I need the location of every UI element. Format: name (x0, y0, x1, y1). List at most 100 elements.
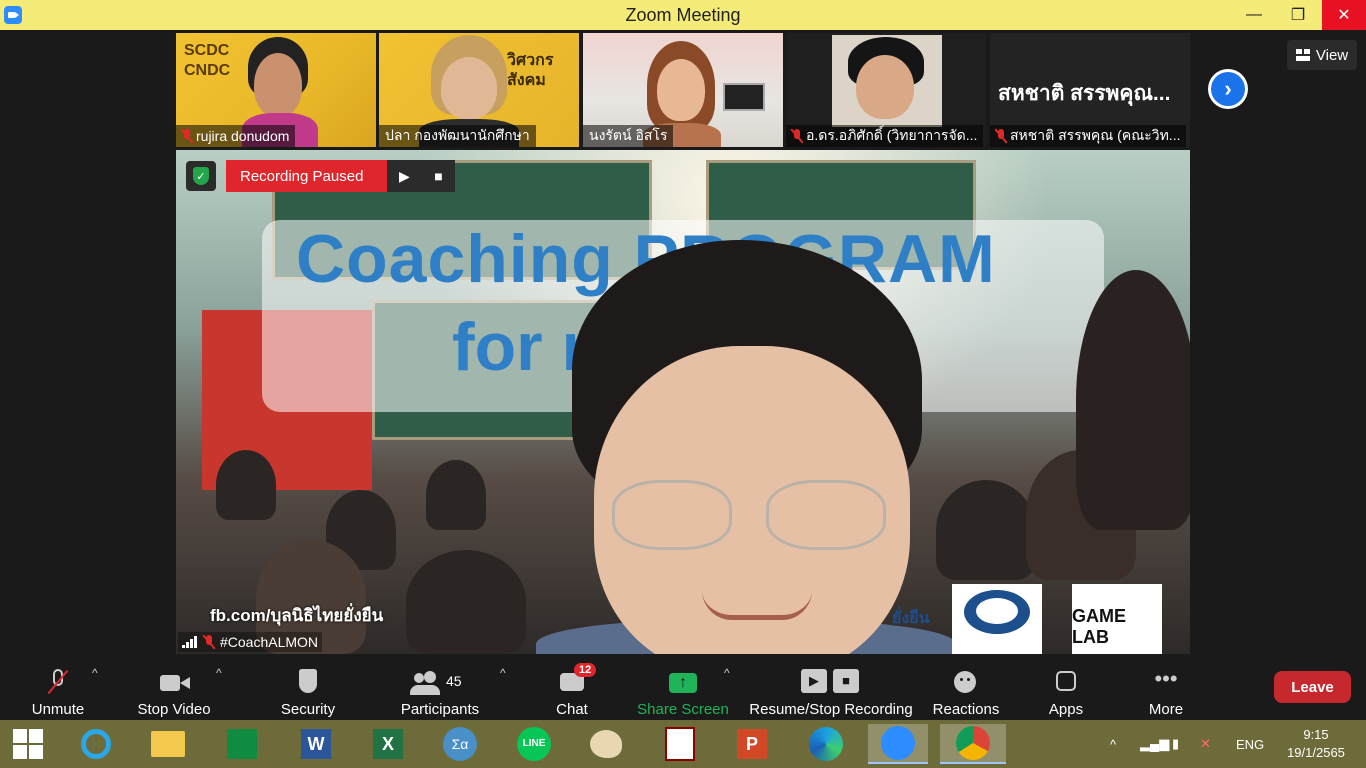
stop-recording-button[interactable]: ■ (421, 160, 456, 192)
slide-subtitle: for r (452, 309, 588, 385)
taskbar-clock[interactable]: 9:15 19/1/2565 (1276, 726, 1356, 762)
more-button[interactable]: ••• More (1140, 660, 1192, 719)
resume-stop-recording-button[interactable]: ▶ ■ Resume/Stop Recording (748, 660, 914, 718)
audience-person (1076, 270, 1190, 530)
tile-logo-text: วิศวกร สังคม (507, 52, 554, 89)
participant-face (254, 53, 302, 117)
internet-explorer-icon[interactable] (76, 724, 116, 764)
windows-logo-icon (13, 729, 43, 759)
clock-time: 9:15 (1303, 727, 1329, 742)
line-app-icon[interactable]: LINE (514, 724, 554, 764)
smiley-plus-icon (952, 669, 980, 695)
apps-icon (1052, 669, 1080, 695)
stop-video-button[interactable]: Stop Video (136, 660, 212, 718)
maximize-button[interactable]: ❐ (1276, 0, 1320, 30)
participants-count: 45 (446, 673, 462, 689)
participants-icon: 45 (410, 669, 470, 695)
zoom-taskbar-icon[interactable] (868, 724, 928, 764)
chat-unread-badge: 12 (574, 663, 597, 677)
reactions-button[interactable]: Reactions (932, 660, 1000, 718)
microsoft-edge-icon[interactable] (806, 724, 846, 764)
presenter-mouth (702, 590, 812, 620)
game-lab-logo: GAME LAB (1072, 584, 1162, 654)
share-options-caret-icon[interactable]: ^ (724, 666, 730, 680)
active-speaker-video: Coaching PROGRAM for r fb.com/บุลนิธิไทย… (176, 150, 1190, 654)
participants-options-caret-icon[interactable]: ^ (500, 666, 506, 680)
microphone-muted-icon (44, 669, 72, 695)
participant-name-label: rujira donudom (176, 125, 296, 147)
glasses-lens-left (612, 480, 732, 550)
audience-person (216, 450, 276, 520)
participant-face (657, 59, 705, 121)
microsoft-word-icon[interactable]: W (296, 724, 336, 764)
close-button[interactable]: ✕ (1322, 0, 1366, 30)
view-button[interactable]: View (1287, 40, 1357, 70)
recording-status-label: Recording Paused (226, 160, 388, 192)
video-camera-icon (160, 669, 190, 695)
background-monitor (723, 83, 765, 111)
battery-icon[interactable]: ▮ (1172, 720, 1179, 768)
microsoft-excel-icon[interactable]: X (368, 724, 408, 764)
share-screen-icon: ↑ (669, 669, 697, 695)
tile-logo-text: SCDC CNDC (184, 42, 231, 79)
partner-logo-text: ยั่งยืน (892, 610, 930, 627)
share-screen-button[interactable]: ↑ Share Screen (637, 660, 729, 718)
network-icon[interactable]: ▂▄▆ (1140, 720, 1169, 768)
participant-tile[interactable]: สหชาติ สรรพคุณ... สหชาติ สรรพคุณ (คณะวิท… (990, 33, 1190, 147)
audience-person (406, 550, 526, 654)
file-explorer-icon[interactable] (148, 724, 188, 764)
paint-icon[interactable] (586, 724, 626, 764)
security-button[interactable]: Security (278, 660, 338, 718)
participant-gallery-strip: SCDC CNDC rujira donudom วิศวกร สังคม ปล… (0, 30, 1366, 150)
encryption-shield-icon[interactable]: ✓ (186, 161, 216, 191)
volume-muted-icon[interactable]: ✕ (1200, 720, 1211, 768)
foundation-logo (952, 584, 1042, 654)
grid-view-icon (1295, 49, 1310, 61)
participant-name-label: นงรัตน์ อิสโร (583, 125, 674, 147)
minimize-button[interactable]: — (1232, 0, 1276, 30)
video-options-caret-icon[interactable]: ^ (216, 666, 222, 680)
chrome-taskbar-icon[interactable] (940, 724, 1006, 764)
participant-face (856, 55, 914, 119)
leave-meeting-button[interactable]: Leave (1274, 671, 1351, 703)
speaker-name-label: #CoachALMON (178, 632, 323, 652)
chat-bubble-icon: 12 (558, 663, 597, 695)
windows-taskbar: W X Σα LINE P ^ ▂▄▆ ▮ ✕ ENG 9:15 19/1/25… (0, 720, 1366, 768)
lisrel-icon[interactable] (660, 724, 700, 764)
signal-strength-icon (182, 636, 198, 648)
chevron-right-icon: › (1211, 72, 1245, 106)
mic-muted-icon (204, 635, 214, 649)
show-hidden-icons-button[interactable]: ^ (1110, 720, 1116, 768)
ellipsis-icon: ••• (1154, 666, 1178, 691)
unmute-button[interactable]: Unmute (28, 660, 88, 718)
audience-person (936, 480, 1036, 580)
chat-button[interactable]: 12 Chat (548, 660, 597, 718)
mic-muted-icon (792, 129, 802, 143)
input-language-indicator[interactable]: ENG (1236, 720, 1264, 768)
title-bar: Zoom Meeting — ❐ ✕ (0, 0, 1366, 30)
participant-display-name: สหชาติ สรรพคุณ... (998, 82, 1171, 105)
window-title: Zoom Meeting (625, 5, 741, 25)
clock-date: 19/1/2565 (1287, 745, 1345, 760)
audience-person (426, 460, 486, 530)
microsoft-store-icon[interactable] (222, 724, 262, 764)
participant-tile[interactable]: อ.ดร.อภิศักดิ์ (วิทยาการจัด... (786, 33, 986, 147)
glasses-lens-right (766, 480, 886, 550)
participant-name-label: ปลา กองพัฒนานักศึกษา (379, 125, 536, 147)
participants-button[interactable]: 45 Participants (398, 660, 482, 718)
facebook-overlay-text: fb.com/บุลนิธิไทยยั่งยืน (210, 606, 384, 625)
audio-options-caret-icon[interactable]: ^ (92, 666, 98, 680)
participant-face (441, 57, 497, 119)
math-input-icon[interactable]: Σα (440, 724, 480, 764)
microsoft-powerpoint-icon[interactable]: P (732, 724, 772, 764)
record-controls-icon: ▶ ■ (801, 669, 861, 695)
participant-name-label: อ.ดร.อภิศักดิ์ (วิทยาการจัด... (786, 125, 984, 147)
participant-tile[interactable]: SCDC CNDC rujira donudom (176, 33, 376, 147)
resume-recording-button[interactable]: ▶ (387, 160, 422, 192)
participant-tile[interactable]: วิศวกร สังคม ปลา กองพัฒนานักศึกษา (379, 33, 579, 147)
next-page-button[interactable]: › (1208, 69, 1248, 109)
participant-tile[interactable]: นงรัตน์ อิสโร (583, 33, 783, 147)
windows-start-button[interactable] (8, 724, 48, 764)
mic-muted-icon (996, 129, 1006, 143)
apps-button[interactable]: Apps (1042, 660, 1090, 718)
